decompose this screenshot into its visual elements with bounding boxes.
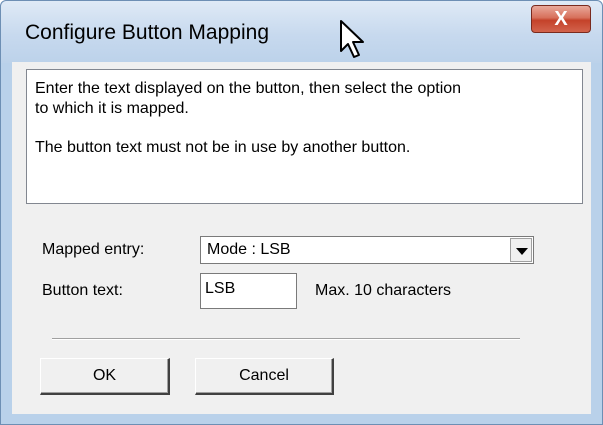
- instructions-box: Enter the text displayed on the button, …: [26, 69, 583, 204]
- mapped-entry-value: Mode : LSB: [207, 241, 291, 258]
- mapped-entry-label: Mapped entry:: [42, 241, 145, 258]
- mapped-entry-dropdown[interactable]: Mode : LSB: [200, 236, 534, 264]
- instruction-line-1: Enter the text displayed on the button, …: [35, 80, 462, 97]
- cancel-button[interactable]: Cancel: [195, 358, 334, 395]
- instruction-line-3: The button text must not be in use by an…: [35, 139, 411, 156]
- button-text-input[interactable]: LSB: [200, 273, 297, 309]
- ok-button[interactable]: OK: [40, 358, 170, 395]
- close-icon: X: [554, 8, 568, 30]
- max-characters-hint: Max. 10 characters: [315, 282, 452, 299]
- button-text-label: Button text:: [42, 282, 123, 299]
- instruction-line-2: to which it is mapped.: [35, 100, 189, 117]
- button-text-value: LSB: [205, 280, 236, 297]
- close-button[interactable]: X: [531, 5, 591, 33]
- window-title: Configure Button Mapping: [25, 21, 269, 44]
- separator-line: [52, 338, 520, 340]
- title-bar[interactable]: Configure Button Mapping X: [1, 1, 602, 63]
- mouse-cursor-icon: [340, 20, 364, 58]
- chevron-down-icon[interactable]: [510, 238, 532, 262]
